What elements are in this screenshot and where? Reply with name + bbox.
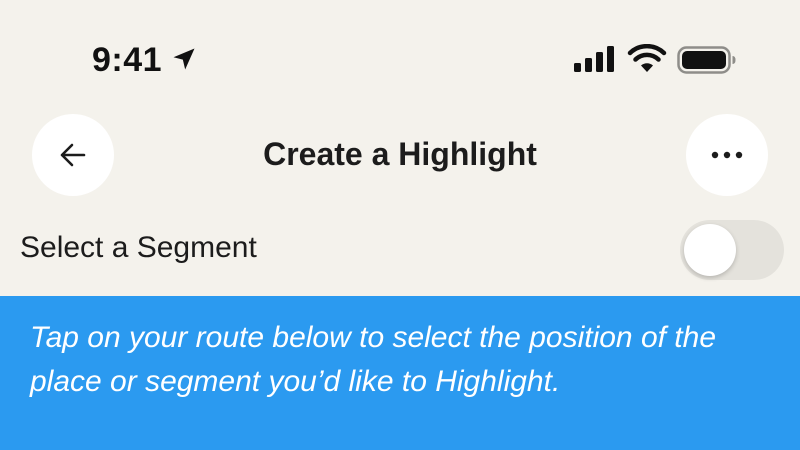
info-panel: Tap on your route below to select the po… (0, 296, 800, 450)
more-options-button[interactable] (686, 114, 768, 196)
wifi-icon (627, 44, 667, 72)
instruction-text: Tap on your route below to select the po… (30, 321, 717, 398)
ellipsis-icon (711, 151, 743, 159)
cellular-signal-icon (574, 46, 614, 72)
status-bar: 9:41 (0, 0, 800, 100)
battery-icon (677, 46, 736, 74)
status-time: 9:41 (92, 41, 163, 79)
location-arrow-icon (173, 48, 195, 70)
toggle-knob (684, 224, 736, 276)
page-title: Create a Highlight (263, 136, 537, 172)
nav-bar: Create a Highlight (0, 110, 800, 200)
select-segment-toggle[interactable] (680, 220, 784, 280)
select-segment-row: Select a Segment (0, 220, 800, 280)
select-segment-label: Select a Segment (20, 231, 257, 264)
